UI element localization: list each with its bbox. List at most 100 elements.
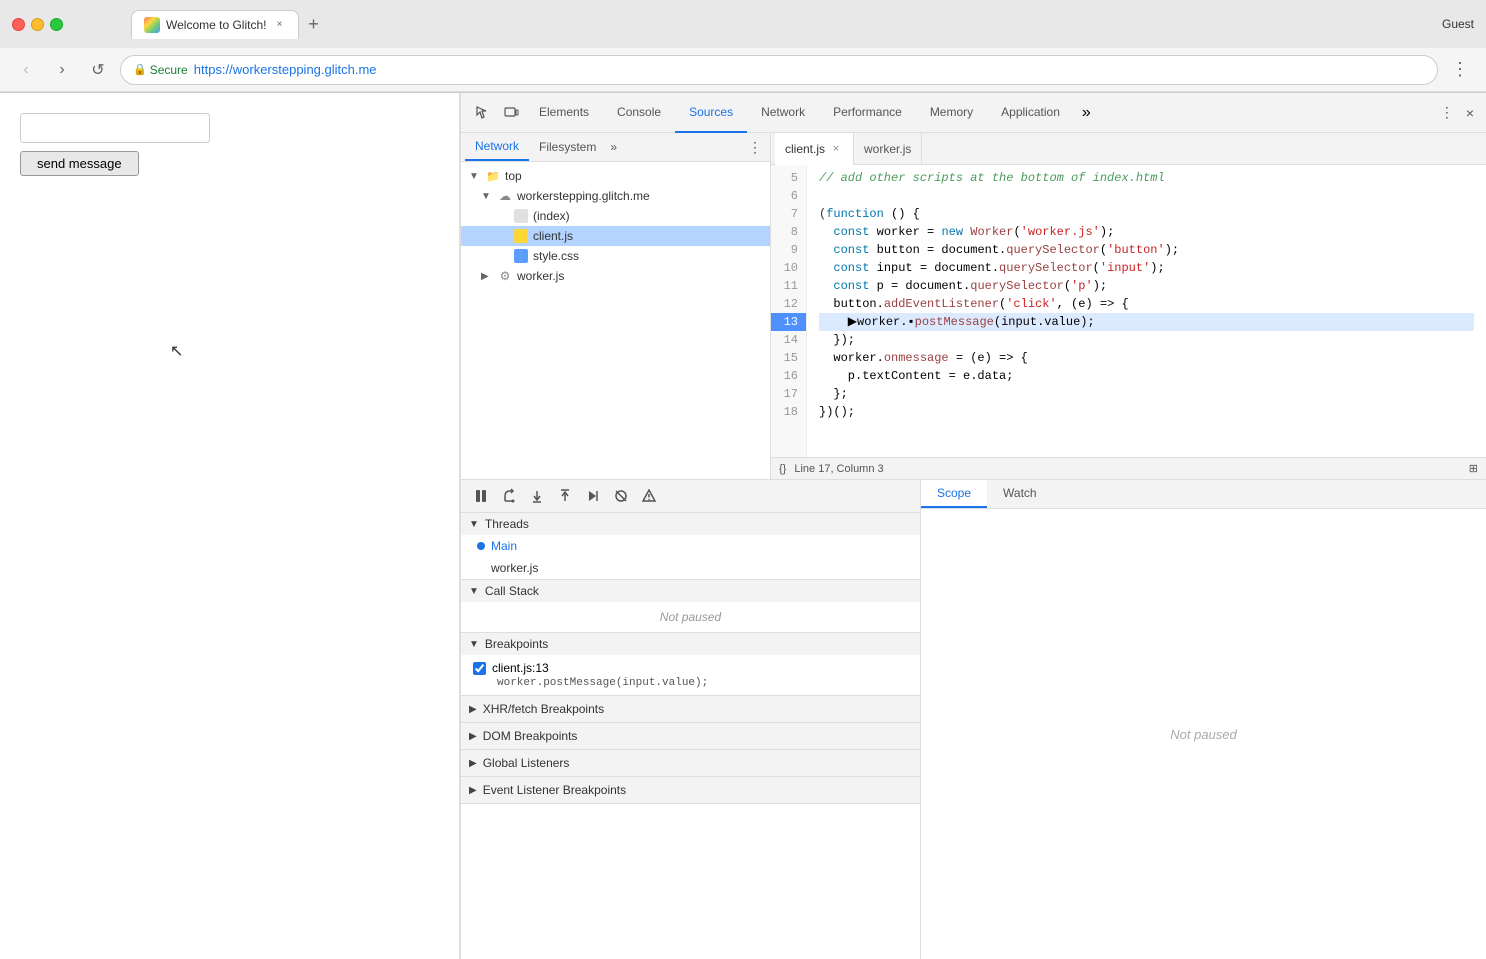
tab-console[interactable]: Console <box>603 93 675 133</box>
breakpoint-code: worker.postMessage(input.value); <box>473 677 908 689</box>
code-line-9: const button = document.querySelector('b… <box>819 241 1474 259</box>
line-numbers: 5 6 7 8 9 10 11 12 13 14 15 16 1 <box>771 165 807 457</box>
step-over-button[interactable] <box>497 484 521 508</box>
global-listeners-header[interactable]: ▶ Global Listeners <box>469 754 912 772</box>
address-bar[interactable]: 🔒 Secure https://workerstepping.glitch.m… <box>120 55 1438 85</box>
status-bar-format-button[interactable]: ⊞ <box>1469 462 1478 475</box>
devtools-close-button[interactable]: × <box>1462 100 1478 125</box>
breakpoint-checkbox[interactable] <box>473 662 486 675</box>
tree-item-stylecss[interactable]: ▶ style.css <box>461 246 770 266</box>
device-emulation-button[interactable] <box>497 99 525 127</box>
browser-more-button[interactable]: ⋮ <box>1446 56 1474 84</box>
tab-network[interactable]: Network <box>747 93 819 133</box>
send-message-button[interactable]: send message <box>20 151 139 176</box>
tab-title: Welcome to Glitch! <box>166 18 266 32</box>
tab-memory[interactable]: Memory <box>916 93 987 133</box>
new-tab-button[interactable]: + <box>299 11 327 39</box>
global-listeners-section: ▶ Global Listeners <box>461 750 920 777</box>
thread-item-main[interactable]: Main <box>461 535 920 557</box>
tree-item-workerjs[interactable]: ▶ ⚙ worker.js <box>461 266 770 286</box>
code-tab-clientjs-close[interactable]: × <box>829 142 843 156</box>
step-button[interactable] <box>581 484 605 508</box>
tree-label-top: top <box>505 169 522 183</box>
event-listener-arrow: ▶ <box>469 785 477 796</box>
maximize-button[interactable] <box>50 18 63 31</box>
step-into-button[interactable] <box>525 484 549 508</box>
event-listener-title: Event Listener Breakpoints <box>483 783 626 797</box>
debugger-sections: ▼ Threads Main worker.js <box>461 513 920 959</box>
code-line-6 <box>819 187 1474 205</box>
tab-application[interactable]: Application <box>987 93 1074 133</box>
tab-sources[interactable]: Sources <box>675 93 747 133</box>
dom-breakpoints-header[interactable]: ▶ DOM Breakpoints <box>469 727 912 745</box>
threads-header[interactable]: ▼ Threads <box>461 513 920 535</box>
tab-close-button[interactable]: × <box>272 18 286 32</box>
line-num-13: 13 <box>771 313 806 331</box>
code-line-18: })(); <box>819 403 1474 421</box>
forward-button[interactable]: › <box>48 56 76 84</box>
refresh-button[interactable]: ↺ <box>84 56 112 84</box>
breakpoint-label[interactable]: client.js:13 <box>473 661 908 675</box>
status-bar-location: Line 17, Column 3 <box>794 463 883 475</box>
code-line-12: button.addEventListener('click', (e) => … <box>819 295 1474 313</box>
close-button[interactable] <box>12 18 25 31</box>
thread-item-workerjs[interactable]: worker.js <box>461 557 920 579</box>
event-listener-header[interactable]: ▶ Event Listener Breakpoints <box>469 781 912 799</box>
src-tab-overflow[interactable]: » <box>606 134 621 160</box>
code-tab-workerjs[interactable]: worker.js <box>854 133 922 165</box>
scope-content: Not paused <box>921 509 1486 959</box>
line-num-5: 5 <box>771 169 806 187</box>
tree-item-clientjs[interactable]: ▶ client.js <box>461 226 770 246</box>
devtools-tab-overflow[interactable]: » <box>1074 93 1099 133</box>
thread-bullet-main <box>477 542 485 550</box>
breakpoint-item-1[interactable]: client.js:13 worker.postMessage(input.va… <box>461 655 920 695</box>
file-icon-clientjs <box>513 228 529 244</box>
file-tree: ▼ 📁 top ▼ ☁ workerstepping.glitch.me <box>461 162 770 479</box>
browser-tab[interactable]: Welcome to Glitch! × <box>131 10 299 39</box>
message-input[interactable] <box>20 113 210 143</box>
debugger-toolbar <box>461 480 920 513</box>
tree-item-index[interactable]: ▶ (index) <box>461 206 770 226</box>
src-tab-network[interactable]: Network <box>465 133 529 161</box>
step-out-button[interactable] <box>553 484 577 508</box>
folder-icon: 📁 <box>485 168 501 184</box>
thread-label-main: Main <box>491 539 517 553</box>
webpage-content: send message ↖ <box>0 93 460 959</box>
code-editor[interactable]: 5 6 7 8 9 10 11 12 13 14 15 16 1 <box>771 165 1486 457</box>
minimize-button[interactable] <box>31 18 44 31</box>
tree-item-domain[interactable]: ▼ ☁ workerstepping.glitch.me <box>461 186 770 206</box>
page-area: send message ↖ Elements Console Sources <box>0 93 1486 959</box>
sources-sidebar: Network Filesystem » ⋮ ▼ 📁 top <box>461 133 771 479</box>
line-num-18: 18 <box>771 403 806 421</box>
tab-elements[interactable]: Elements <box>525 93 603 133</box>
sources-panel: Network Filesystem » ⋮ ▼ 📁 top <box>461 133 1486 479</box>
breakpoints-header[interactable]: ▼ Breakpoints <box>461 633 920 655</box>
line-num-9: 9 <box>771 241 806 259</box>
tree-item-top[interactable]: ▼ 📁 top <box>461 166 770 186</box>
pause-on-exception-button[interactable] <box>637 484 661 508</box>
scope-tab-scope[interactable]: Scope <box>921 480 987 508</box>
dom-breakpoints-section: ▶ DOM Breakpoints <box>461 723 920 750</box>
title-bar: Welcome to Glitch! × + Guest <box>0 0 1486 48</box>
deactivate-breakpoints-button[interactable] <box>609 484 633 508</box>
scope-tab-watch[interactable]: Watch <box>987 480 1053 508</box>
dom-arrow: ▶ <box>469 731 477 742</box>
src-tab-filesystem[interactable]: Filesystem <box>529 134 606 160</box>
debugger-right: Scope Watch Not paused <box>921 480 1486 959</box>
pause-resume-button[interactable] <box>469 484 493 508</box>
code-line-13: ▶worker.▪postMessage(input.value); <box>819 313 1474 331</box>
tab-performance[interactable]: Performance <box>819 93 916 133</box>
call-stack-arrow: ▼ <box>469 586 479 597</box>
element-picker-button[interactable] <box>469 99 497 127</box>
xhr-breakpoints-header[interactable]: ▶ XHR/fetch Breakpoints <box>469 700 912 718</box>
tree-label-domain: workerstepping.glitch.me <box>517 189 650 203</box>
back-button[interactable]: ‹ <box>12 56 40 84</box>
scope-tabs: Scope Watch <box>921 480 1486 509</box>
code-tab-clientjs[interactable]: client.js × <box>775 133 854 165</box>
tree-label-stylecss: style.css <box>533 249 579 263</box>
call-stack-header[interactable]: ▼ Call Stack <box>461 580 920 602</box>
sources-tab-menu[interactable]: ⋮ <box>744 135 766 160</box>
status-bar: {} Line 17, Column 3 ⊞ <box>771 457 1486 479</box>
code-line-16: p.textContent = e.data; <box>819 367 1474 385</box>
devtools-settings-button[interactable]: ⋮ <box>1436 100 1458 125</box>
